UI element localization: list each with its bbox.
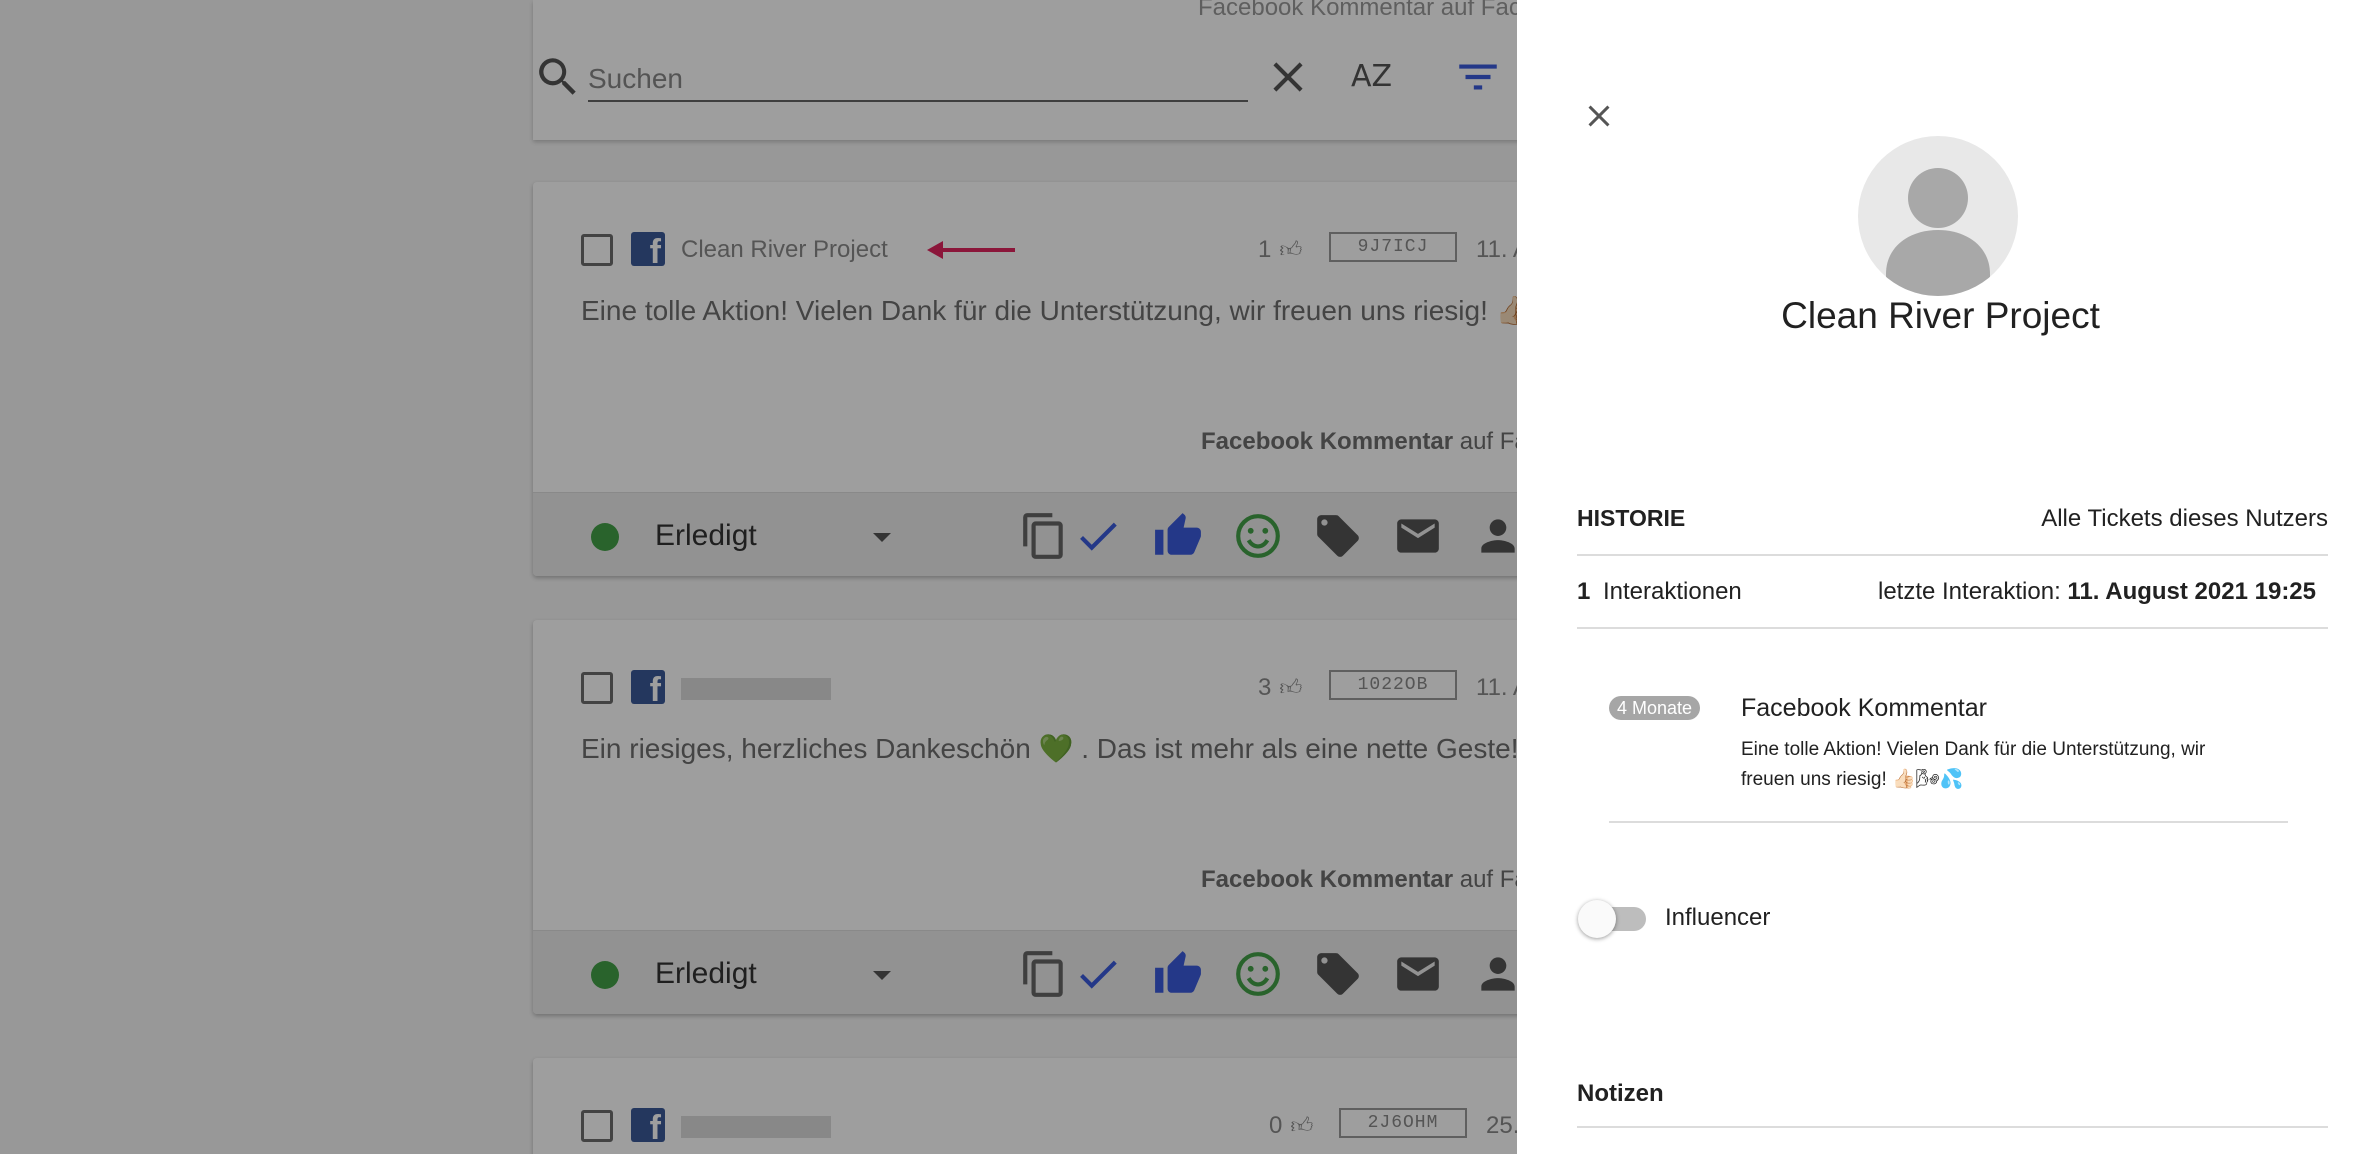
divider (1577, 554, 2328, 556)
influencer-toggle[interactable] (1578, 900, 1646, 938)
divider (1577, 627, 2328, 629)
influencer-label: Influencer (1665, 904, 1771, 931)
history-heading: HISTORIE (1577, 505, 1686, 531)
all-tickets-link[interactable]: Alle Tickets dieses Nutzers (2041, 505, 2328, 533)
history-entry-title[interactable]: Facebook Kommentar (1741, 694, 1987, 723)
divider (1577, 1126, 2328, 1128)
user-profile-drawer: Clean River Project HISTORIE Alle Ticket… (1517, 0, 2364, 1154)
avatar (1858, 136, 2018, 296)
user-silhouette-icon (1886, 168, 1990, 296)
close-icon[interactable] (1581, 98, 1617, 134)
divider (1609, 821, 2288, 823)
interactions-count: 1 (1577, 578, 1591, 605)
history-entry-text: Eine tolle Aktion! Vielen Dank für die U… (1741, 739, 2206, 790)
last-interaction: letzte Interaktion: 11. August 2021 19:2… (1877, 578, 2316, 605)
profile-name: Clean River Project (1781, 295, 2100, 336)
notes-heading: Notizen (1577, 1080, 1664, 1107)
age-badge: 4 Monate (1609, 696, 1701, 720)
toggle-knob (1578, 900, 1616, 938)
interactions-label: Interaktionen (1603, 578, 1742, 605)
